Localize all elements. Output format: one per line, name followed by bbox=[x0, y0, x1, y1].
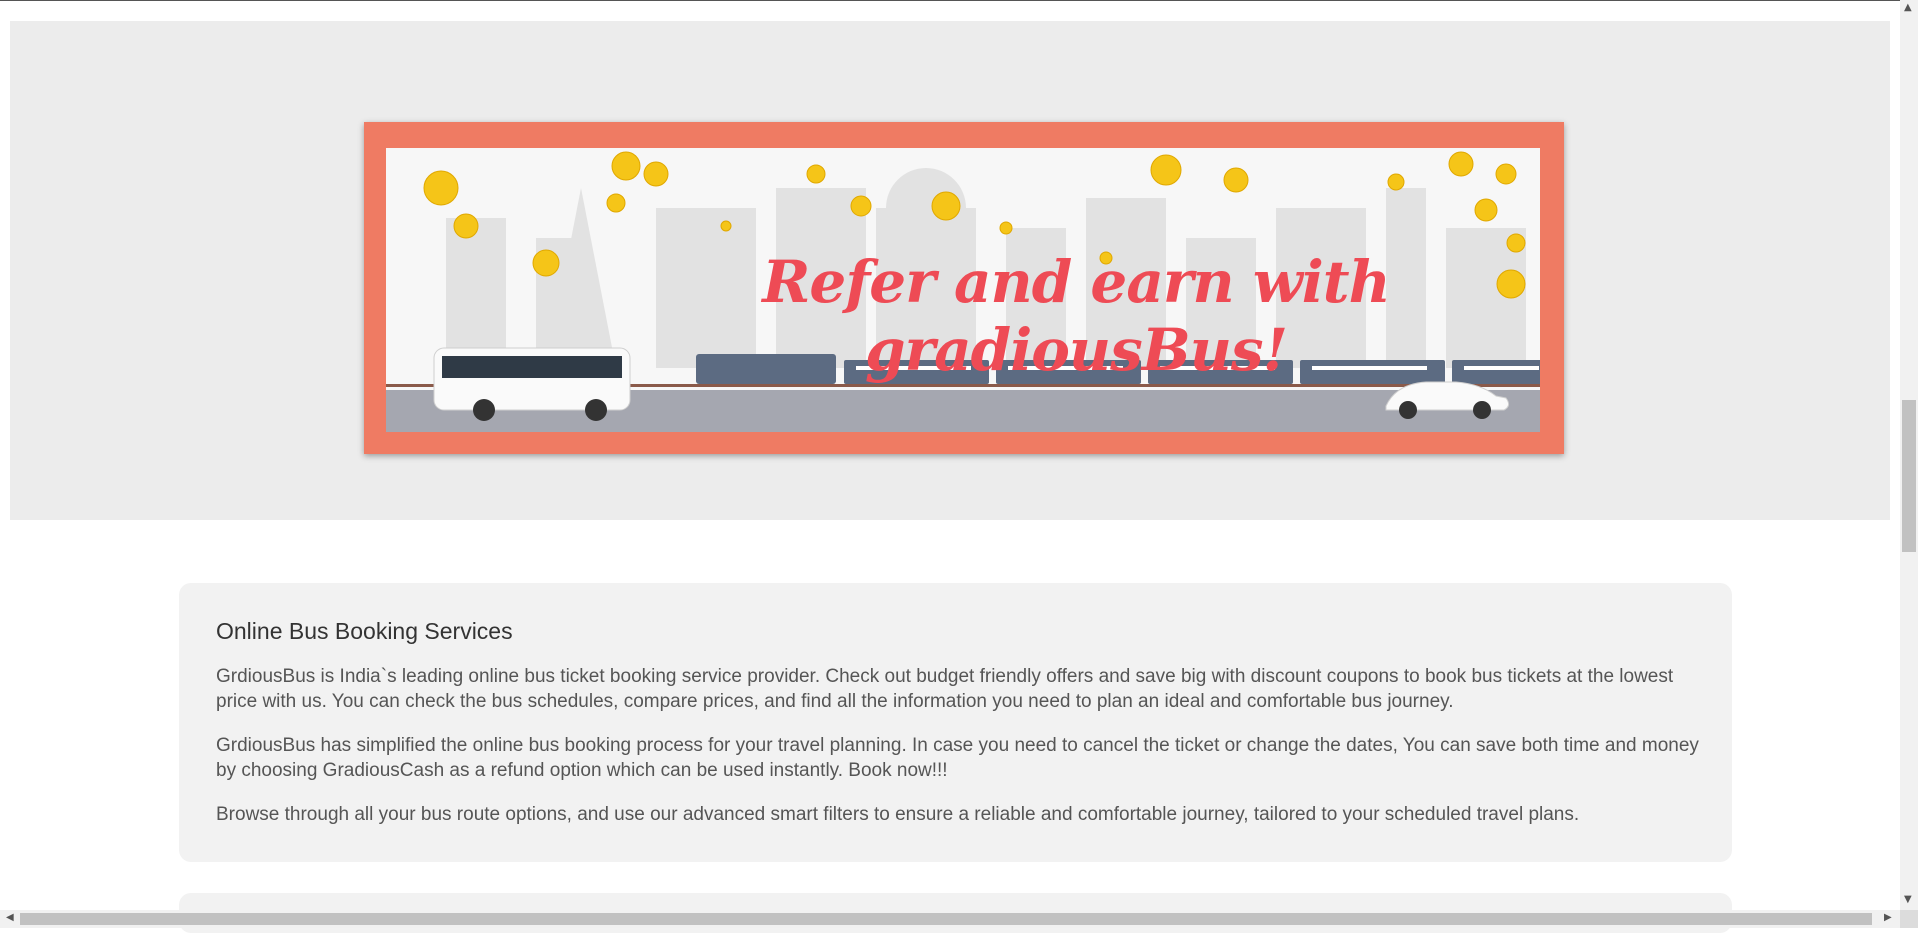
vertical-scrollbar[interactable]: ▲ ▼ bbox=[1900, 0, 1918, 910]
refer-earn-banner[interactable]: Refer and earn with gradiousBus! bbox=[364, 122, 1564, 454]
horizontal-scrollbar[interactable]: ◀ ▶ bbox=[0, 910, 1900, 928]
paragraph-intro: GrdiousBus is India`s leading online bus… bbox=[216, 666, 1674, 712]
banner-title: Refer and earn with gradiousBus! bbox=[762, 248, 1391, 384]
paragraph-filters: Browse through all your bus route option… bbox=[216, 804, 1580, 825]
horizontal-scroll-thumb[interactable] bbox=[20, 913, 1872, 925]
bus bbox=[433, 347, 631, 421]
scroll-right-arrow-icon[interactable]: ▶ bbox=[1884, 912, 1892, 923]
scroll-left-arrow-icon[interactable]: ◀ bbox=[6, 912, 14, 923]
scrollbar-corner bbox=[1900, 910, 1918, 928]
online-bus-booking-card: Online Bus Booking Services GrdiousBus i… bbox=[179, 583, 1732, 862]
section-heading: Online Bus Booking Services bbox=[216, 618, 513, 644]
scroll-down-arrow-icon[interactable]: ▼ bbox=[1904, 894, 1912, 905]
top-divider bbox=[0, 0, 1900, 1]
banner-artwork: Refer and earn with gradiousBus! bbox=[386, 148, 1540, 432]
hero-section: Refer and earn with gradiousBus! bbox=[10, 21, 1890, 520]
paragraph-refund: GrdiousBus has simplified the online bus… bbox=[216, 735, 1699, 781]
scroll-up-arrow-icon[interactable]: ▲ bbox=[1904, 2, 1912, 13]
vertical-scroll-thumb[interactable] bbox=[1902, 400, 1916, 552]
